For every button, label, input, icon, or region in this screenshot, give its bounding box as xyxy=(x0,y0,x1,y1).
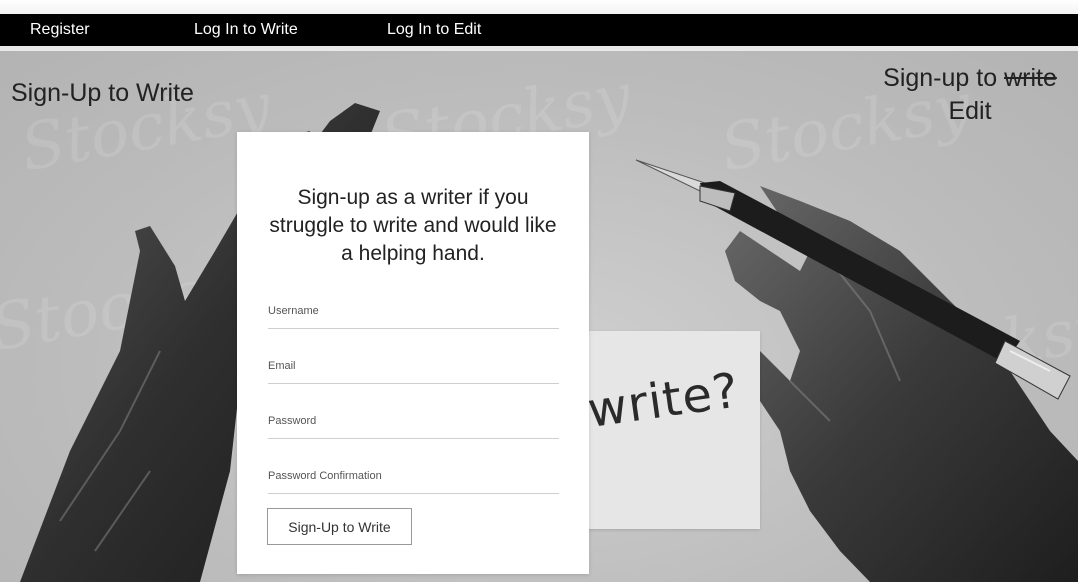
hero-title-right-prefix: Sign-up to xyxy=(883,64,998,92)
nav-login-edit-link[interactable]: Log In to Edit xyxy=(387,14,481,46)
top-navbar: Register Log In to Write Log In to Edit xyxy=(0,14,1078,46)
username-input[interactable] xyxy=(268,294,559,329)
password-confirmation-input[interactable] xyxy=(268,459,559,494)
signup-heading: Sign-up as a writer if you struggle to w… xyxy=(269,186,557,265)
email-input[interactable] xyxy=(268,349,559,384)
nav-login-write-link[interactable]: Log In to Write xyxy=(194,14,298,46)
password-input[interactable] xyxy=(268,404,559,439)
hero-title-right: Sign-up to write Edit xyxy=(870,62,1070,128)
hero-title-right-suffix: Edit xyxy=(948,97,992,125)
nav-register-link[interactable]: Register xyxy=(30,14,90,46)
signup-submit-button[interactable]: Sign-Up to Write xyxy=(267,508,412,545)
right-hand-shape xyxy=(725,186,1078,582)
top-strip xyxy=(0,0,1078,14)
hero-title-right-struck: write xyxy=(1004,64,1057,92)
hero-title-left: Sign-Up to Write xyxy=(11,79,194,107)
signup-form-card: Sign-up as a writer if you struggle to w… xyxy=(237,132,589,574)
